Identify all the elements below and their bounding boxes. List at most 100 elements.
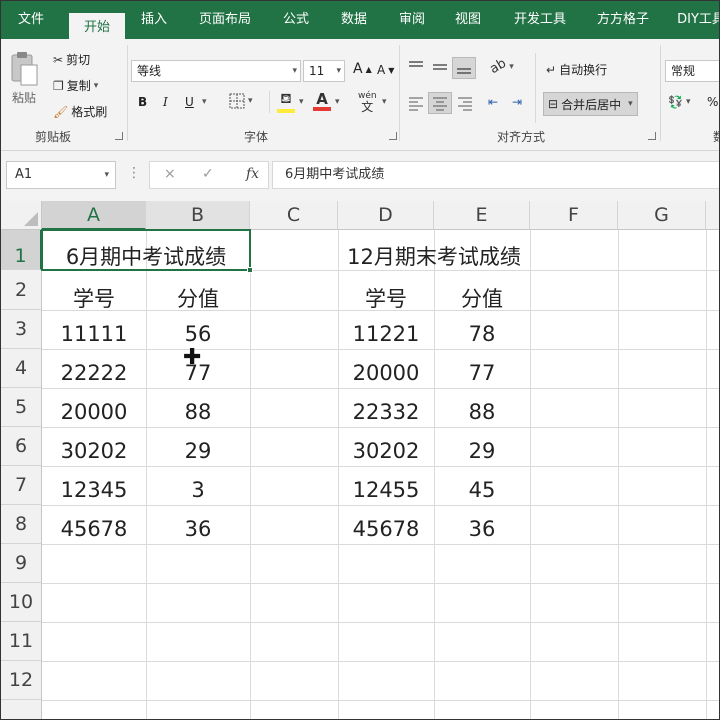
column-header-a[interactable]: A [42,201,146,230]
table-cell[interactable]: 20000 [42,400,146,424]
table-cell[interactable]: 29 [146,439,250,463]
name-box[interactable]: A1 ▾ [6,161,116,189]
tab-developer[interactable]: 开发工具 [503,1,577,39]
row-header-8[interactable]: 8 [1,505,42,544]
column-header-d[interactable]: D [338,201,434,230]
tab-page-layout[interactable]: 页面布局 [189,1,261,39]
tab-formulas[interactable]: 公式 [273,1,319,39]
tab-home[interactable]: 开始 [69,13,125,39]
number-format-combo[interactable]: 常规 [665,60,719,82]
font-color-dropdown[interactable]: ▾ [335,97,340,107]
left-header-score[interactable]: 分值 [146,283,250,313]
right-header-id[interactable]: 学号 [338,283,434,313]
underline-button[interactable]: U [185,95,194,109]
cut-button[interactable]: ✂ 剪切 [53,51,90,68]
alignment-launcher-icon[interactable] [648,132,656,140]
align-center-button[interactable] [428,92,452,114]
table-cell[interactable]: 30202 [338,439,434,463]
grow-font-button[interactable]: A ▲ [353,61,372,77]
row-header-2[interactable]: 2 [1,270,42,310]
row-header-11[interactable]: 11 [1,622,42,661]
align-middle-button[interactable] [431,59,449,75]
copy-button[interactable]: ❐ 复制 ▾ [53,77,98,94]
row-header-7[interactable]: 7 [1,466,42,505]
table-cell[interactable]: 45678 [42,517,146,541]
table-cell[interactable]: 45678 [338,517,434,541]
bold-button[interactable]: B [138,95,147,109]
table-cell[interactable]: 22332 [338,400,434,424]
tab-insert[interactable]: 插入 [129,1,179,39]
spreadsheet-grid[interactable]: A B C D E F G 1 2 3 4 5 6 7 8 9 10 11 12 [1,201,719,719]
table-cell[interactable]: 45 [434,478,530,502]
tab-data[interactable]: 数据 [331,1,377,39]
table-cell[interactable]: 22222 [42,361,146,385]
column-header-c[interactable]: C [250,201,338,230]
merge-center-button[interactable]: ⊟ 合并后居中 ▾ [543,92,638,116]
fill-color-button[interactable]: ⛾ [277,91,295,113]
decrease-indent-button[interactable]: ⇤ [488,95,498,109]
row-header-3[interactable]: 3 [1,310,42,349]
tab-fangfang[interactable]: 方方格子 [587,1,659,39]
shrink-font-button[interactable]: A ▼ [377,63,394,77]
align-left-button[interactable] [407,95,425,111]
borders-button[interactable]: ▾ [229,93,253,109]
align-top-button[interactable] [407,59,425,75]
row-header-6[interactable]: 6 [1,427,42,466]
table-cell[interactable]: 88 [434,400,530,424]
tab-diy-tools[interactable]: DIY工具 [671,1,719,39]
column-header-h[interactable] [706,201,719,230]
column-header-g[interactable]: G [618,201,706,230]
italic-button[interactable]: I [163,95,168,109]
cancel-icon[interactable]: × [164,166,176,182]
table-cell[interactable]: 78 [434,322,530,346]
table-cell[interactable]: 56 [146,322,250,346]
table-cell[interactable]: 77 [434,361,530,385]
row-header-1[interactable]: 1 [1,230,42,270]
font-launcher-icon[interactable] [389,132,397,140]
format-painter-button[interactable]: 🖌 格式刷 [53,103,107,120]
table-cell[interactable]: 36 [434,517,530,541]
fill-color-dropdown[interactable]: ▾ [299,97,304,107]
phonetic-button[interactable]: wén 文 [358,91,377,113]
left-header-id[interactable]: 学号 [42,283,146,313]
phonetic-dropdown[interactable]: ▾ [382,97,387,107]
right-table-title[interactable]: 12月期末考试成绩 [338,241,530,271]
font-name-combo[interactable]: 等线 ▾ [131,60,301,82]
paste-button[interactable]: 粘贴 [9,51,39,106]
increase-indent-button[interactable]: ⇥ [512,95,522,109]
table-cell[interactable]: 11221 [338,322,434,346]
row-header-13[interactable] [1,700,42,719]
accounting-format-button[interactable]: 💱 ▾ [668,95,690,109]
row-header-12[interactable]: 12 [1,661,42,700]
tab-view[interactable]: 视图 [445,1,491,39]
table-cell[interactable]: 88 [146,400,250,424]
formula-input[interactable]: 6月期中考试成绩 [272,161,719,189]
table-cell[interactable]: 12455 [338,478,434,502]
wrap-text-button[interactable]: ↵ 自动换行 [546,61,607,78]
font-size-combo[interactable]: 11 ▾ [303,60,345,82]
align-bottom-button[interactable] [452,57,476,79]
table-cell[interactable]: 3 [146,478,250,502]
percent-button[interactable]: % [707,95,718,109]
underline-dropdown[interactable]: ▾ [202,97,207,107]
orientation-button[interactable]: ab ▾ [487,56,513,77]
column-header-b[interactable]: B [146,201,250,230]
clipboard-launcher-icon[interactable] [115,132,123,140]
more-icon[interactable]: ⋮ [127,165,141,181]
table-cell[interactable]: 20000 [338,361,434,385]
row-header-9[interactable]: 9 [1,544,42,583]
table-cell[interactable]: 12345 [42,478,146,502]
fill-handle[interactable] [247,267,253,273]
tab-file[interactable]: 文件 [1,1,61,39]
row-header-4[interactable]: 4 [1,349,42,388]
select-all-button[interactable] [1,201,42,230]
table-cell[interactable]: 11111 [42,322,146,346]
enter-icon[interactable]: ✓ [202,166,214,182]
row-header-10[interactable]: 10 [1,583,42,622]
right-header-score[interactable]: 分值 [434,283,530,313]
column-header-e[interactable]: E [434,201,530,230]
tab-review[interactable]: 审阅 [389,1,435,39]
insert-function-icon[interactable]: fx [246,166,259,182]
table-cell[interactable]: 29 [434,439,530,463]
column-header-f[interactable]: F [530,201,618,230]
